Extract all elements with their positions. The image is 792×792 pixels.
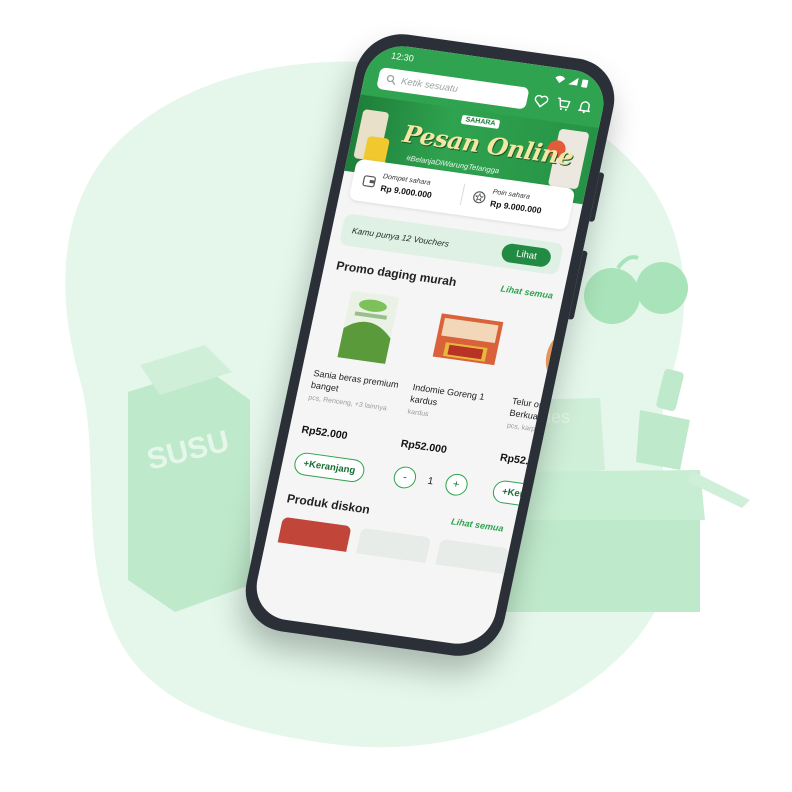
battery-icon (581, 78, 589, 88)
quantity-stepper: - 1 + (391, 465, 484, 499)
quantity-value: 1 (426, 475, 435, 487)
wallet-icon (362, 175, 376, 188)
wifi-icon (555, 75, 566, 84)
bell-icon[interactable] (575, 98, 594, 116)
status-icons (554, 74, 589, 88)
cart-icon[interactable] (553, 95, 572, 113)
promo-product-list: Sania beras premium banget pcs, Renceng,… (292, 286, 588, 512)
voucher-text: Kamu punya 12 Vouchers (351, 225, 450, 249)
product-price: Rp52.000 (300, 423, 349, 443)
increase-quantity-button[interactable]: + (442, 472, 470, 497)
search-icon (386, 74, 396, 86)
signal-icon (568, 77, 579, 86)
discount-product-image[interactable] (435, 538, 510, 574)
promo-see-all-link[interactable]: Lihat semua (500, 284, 554, 301)
add-to-cart-button[interactable]: +Keranjang (292, 451, 367, 484)
rice-bag-image (317, 286, 419, 369)
discount-see-all-link[interactable]: Lihat semua (450, 516, 504, 533)
poin-item[interactable]: Poin sahara Rp 9.000.000 (460, 185, 573, 220)
discount-section-title: Produk diskon (285, 491, 372, 517)
voucher-lihat-button[interactable]: Lihat (500, 242, 553, 268)
star-icon (472, 190, 486, 203)
product-price: Rp52.000 (399, 437, 448, 456)
decrease-quantity-button[interactable]: - (391, 465, 419, 490)
promo-section-title: Promo daging murah (335, 258, 458, 290)
dompet-item[interactable]: Dompet sahara Rp 9.000.000 (351, 169, 464, 204)
discount-product-image[interactable] (277, 516, 352, 552)
discount-product-image[interactable] (356, 527, 431, 563)
heart-icon[interactable] (532, 92, 551, 110)
search-placeholder: Ketik sesuatu (400, 75, 460, 95)
status-time: 12:30 (390, 50, 415, 64)
noodle-box-image (416, 300, 518, 383)
